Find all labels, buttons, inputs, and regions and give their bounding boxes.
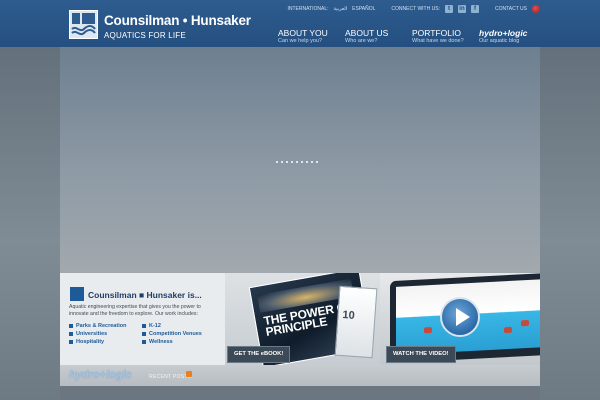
video-panel[interactable]: WATCH THE VIDEO! (380, 273, 540, 365)
list-item-wellness[interactable]: Wellness (142, 339, 173, 345)
nav-subtitle: What have we done? (412, 38, 464, 44)
footer-area (60, 386, 540, 400)
promo-title: Counsilman ■ Hunsaker is... (88, 290, 202, 300)
logo-mark-icon (69, 10, 98, 39)
ebook-panel[interactable]: THE POWER OF PRINCIPLE 10 GET THE eBOOK! (225, 273, 380, 365)
header-inner: Counsilman • Hunsaker AQUATICS FOR LIFE … (60, 0, 540, 47)
nav-hydrologic[interactable]: hydro+logic Our aquatic blog (479, 29, 527, 45)
get-ebook-button[interactable]: GET THE eBOOK! (227, 346, 291, 363)
slider-dot[interactable] (276, 161, 278, 163)
swimmer-figure (504, 326, 512, 334)
blog-bar: hydro+logic RECENT POSTS (60, 365, 540, 386)
lang-spanish-link[interactable]: ESPAÑOL (352, 6, 375, 12)
nav-subtitle: Our aquatic blog (479, 38, 520, 44)
wave-icon (71, 13, 96, 36)
lang-arabic-link[interactable]: العربية (334, 6, 348, 12)
list-item-hospitality[interactable]: Hospitality (69, 339, 104, 345)
nav-subtitle: Can we help you? (278, 38, 323, 44)
promo-strip: Counsilman ■ Hunsaker is... Aquatic engi… (60, 273, 540, 365)
nav-title: hydro+logic (479, 28, 528, 38)
swimmer-figure (424, 326, 432, 334)
slider-dot[interactable] (306, 161, 308, 163)
slider-dot[interactable] (281, 161, 283, 163)
international-label: INTERNATIONAL: (287, 6, 329, 12)
hydrologic-logo[interactable]: hydro+logic (69, 369, 132, 381)
site-header: Counsilman • Hunsaker AQUATICS FOR LIFE … (0, 0, 600, 47)
promo-description: Aquatic engineering expertise that gives… (69, 304, 201, 317)
slider-dot[interactable] (286, 161, 288, 163)
slider-dot[interactable] (291, 161, 293, 163)
swimmer-figure (521, 319, 529, 327)
connect-label: CONNECT WITH US: (391, 6, 440, 12)
ebook-page-image: 10 (334, 285, 378, 359)
nav-about-us[interactable]: ABOUT US Who are we? (345, 29, 388, 45)
slider-pagination[interactable] (276, 161, 318, 163)
linkedin-icon[interactable]: in (457, 5, 466, 13)
brand-logo[interactable]: Counsilman • Hunsaker AQUATICS FOR LIFE (69, 8, 251, 40)
ebook-page-number: 10 (342, 309, 356, 322)
nav-subtitle: Who are we? (345, 38, 378, 44)
contact-link[interactable]: CONTACT US (495, 6, 527, 12)
slider-dot[interactable] (316, 161, 318, 163)
nav-title: ABOUT US (345, 28, 389, 38)
hero-slider[interactable] (60, 47, 540, 273)
promo-intro: Counsilman ■ Hunsaker is... Aquatic engi… (60, 273, 225, 365)
main-nav: ABOUT YOU Can we help you? ABOUT US Who … (278, 29, 540, 45)
twitter-icon[interactable]: t (444, 5, 453, 13)
play-icon[interactable] (440, 297, 480, 337)
slider-dot[interactable] (296, 161, 298, 163)
list-item-parks[interactable]: Parks & Recreation (69, 323, 126, 329)
list-item-universities[interactable]: Universities (69, 331, 107, 337)
nav-title: PORTFOLIO (412, 28, 461, 38)
slider-dot[interactable] (301, 161, 303, 163)
list-item-competition[interactable]: Competition Venues (142, 331, 202, 337)
utility-bar: INTERNATIONAL: العربية ESPAÑOL CONNECT W… (287, 4, 540, 14)
slider-dot[interactable] (311, 161, 313, 163)
company-logo-icon (70, 287, 84, 301)
rss-icon[interactable] (186, 371, 192, 377)
nav-title: ABOUT YOU (278, 28, 328, 38)
brand-name: Counsilman • Hunsaker (104, 13, 251, 28)
list-item-k12[interactable]: K-12 (142, 323, 161, 329)
facebook-icon[interactable]: f (470, 5, 479, 13)
brand-tagline: AQUATICS FOR LIFE (104, 31, 186, 40)
watch-video-button[interactable]: WATCH THE VIDEO! (386, 346, 456, 363)
flag-icon[interactable] (532, 5, 540, 13)
nav-about-you[interactable]: ABOUT YOU Can we help you? (278, 29, 328, 45)
nav-portfolio[interactable]: PORTFOLIO What have we done? (412, 29, 464, 45)
